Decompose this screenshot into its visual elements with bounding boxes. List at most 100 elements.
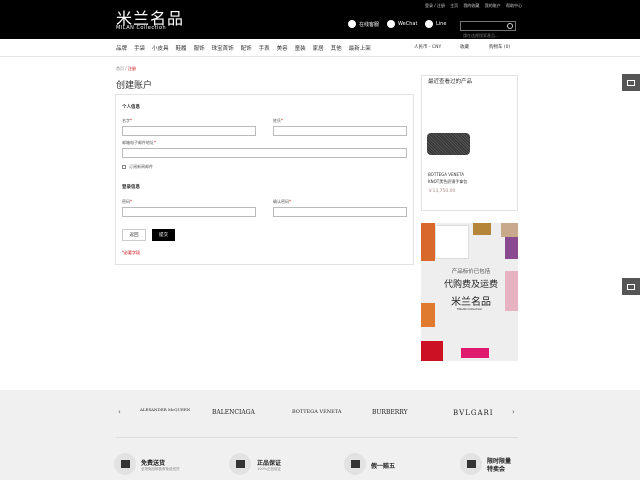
confirm-password-field[interactable] [273,207,407,217]
top-links: 登录 / 注册 主页 我的收藏 我的账户 帮助中心 [421,3,522,9]
search-input[interactable] [461,31,505,40]
home-link[interactable]: 主页 [450,3,458,8]
lastname-label-text: 姓氏 [273,118,281,123]
email-field[interactable] [122,148,407,158]
nav-item-jewelry[interactable]: 珠宝首饰 [212,44,234,56]
password-label-text: 密码 [122,199,130,204]
lastname-field[interactable] [273,126,407,136]
required-fields-note: *必要字段 [122,250,140,255]
brand-bvlgari[interactable]: BVLGARI [453,409,494,417]
truck-icon [114,453,136,475]
calendar-icon [460,453,482,475]
online-service-link[interactable]: 在线客服 [348,20,379,28]
required-mark: * [130,199,132,204]
feature-free-shipping-sub: 全场免回邮费有免费送货 [141,467,180,471]
nav-item-accessories[interactable]: 配饰 [241,44,252,56]
password-field[interactable] [122,207,256,217]
breadcrumb: 首页 / 注册 [116,66,136,72]
feature-free-shipping: 免费送货 [141,460,166,467]
nav-item-apparel[interactable]: 服饰 [194,44,205,56]
nav-item-kids[interactable]: 童装 [295,44,306,56]
confirm-password-label-text: 确认密码 [273,199,289,204]
brand-alexander-mcqueen[interactable]: ALEXANDER McQUEEN [140,407,190,412]
feature-authentic: 正品保证 [257,460,282,467]
line-label: Line [436,21,447,27]
shield-glyph [350,460,360,468]
footer-divider [116,437,518,438]
nav-item-watches[interactable]: 手表 [259,44,270,56]
side-message-button[interactable] [622,278,640,295]
nav-item-home[interactable]: 家居 [313,44,324,56]
banner-logo-en: MILAN Collection [457,307,483,311]
line-icon [425,20,433,28]
nav-item-beauty[interactable]: 美容 [277,44,288,56]
mail-icon [627,79,635,86]
lastname-label: 姓氏* [273,118,283,124]
password-label: 密码* [122,199,132,205]
nav-item-other[interactable]: 其他 [331,44,342,56]
search-icon[interactable] [507,23,513,29]
account-link[interactable]: 我的账户 [485,3,501,8]
mail-icon [627,283,635,290]
line-link[interactable]: Line [425,20,446,28]
wishlist-link[interactable]: 收藏 [460,44,469,50]
nav-item-new[interactable]: 最新上架 [349,44,371,56]
top-header: 米兰名品 MILAN Collection 登录 / 注册 主页 我的收藏 我的… [0,0,640,40]
feature-authentic-sub: 100%正品保证 [257,467,282,471]
banner-product-image [461,348,489,358]
banner-line2: 代购费及运费 [443,280,498,290]
product-image[interactable] [427,133,470,155]
email-label-text: 邮箱电子邮件地址 [122,140,154,145]
brand-bottega-veneta[interactable]: BOTTEGA VENETA [292,409,341,415]
firstname-field[interactable] [122,126,256,136]
banner-product-image [435,225,469,259]
shield-icon [344,453,366,475]
promo-banner[interactable]: 产品标价已包括 代购费及运费 米兰名品 MILAN Collection [421,223,518,361]
banner-line1: 产品标价已包括 [451,269,491,275]
firstname-label: 名字* [122,118,132,124]
banner-product-image [505,271,518,311]
help-link[interactable]: 帮助中心 [506,3,522,8]
headset-icon [348,20,356,28]
side-message-button[interactable] [622,74,640,91]
feature-limited-line2: 特卖会 [487,466,506,473]
brand-prev-arrow[interactable]: ‹ [118,408,121,416]
footer [0,390,640,480]
favorites-link[interactable]: 我的收藏 [463,3,479,8]
brand-burberry[interactable]: BURBERRY [372,409,408,416]
submit-button[interactable]: 提交 [152,229,175,241]
banner-product-image [473,223,491,235]
certificate-icon [229,453,251,475]
currency-selector[interactable]: 人民币 - CNY [414,44,441,50]
back-button[interactable]: 返回 [122,229,146,241]
nav-item-small-leather[interactable]: 小皮具 [152,44,169,56]
personal-info-title: 个人信息 [122,105,140,110]
login-link[interactable]: 登录 / 注册 [425,3,445,8]
nav-item-shoes[interactable]: 鞋履 [176,44,187,56]
nav-item-brands[interactable]: 品牌 [116,44,127,56]
page-title: 创建账户 [116,81,153,91]
feature-guarantee: 假一赔五 [371,463,396,470]
banner-product-image [501,223,518,237]
brand-next-arrow[interactable]: › [512,408,515,416]
banner-product-image [421,223,435,261]
email-label: 邮箱电子邮件地址* [122,140,156,146]
product-brand[interactable]: BOTTEGA VENETA [428,172,464,177]
required-mark: * [130,118,132,123]
certificate-glyph [235,460,245,468]
online-service-label: 在线客服 [359,21,380,28]
cart-link[interactable]: 购物车 (0) [489,44,510,50]
calendar-glyph [466,460,476,468]
product-name[interactable]: KNOT黑色织锦手拿包 [428,179,467,185]
main-nav: 品牌 手袋 小皮具 鞋履 服饰 珠宝首饰 配饰 手表 美容 童装 家居 其他 最… [116,44,378,56]
search-box [460,21,516,40]
required-mark: * [154,140,156,145]
nav-item-handbags[interactable]: 手袋 [134,44,145,56]
brand-balenciaga[interactable]: BALENCIAGA [212,409,255,416]
required-mark: * [281,118,283,123]
newsletter-checkbox[interactable] [122,165,126,169]
newsletter-label: 订阅新闻邮件 [129,164,153,169]
wechat-link[interactable]: WeChat [387,20,417,28]
breadcrumb-home[interactable]: 首页 [116,66,124,71]
banner-product-image [421,303,435,327]
